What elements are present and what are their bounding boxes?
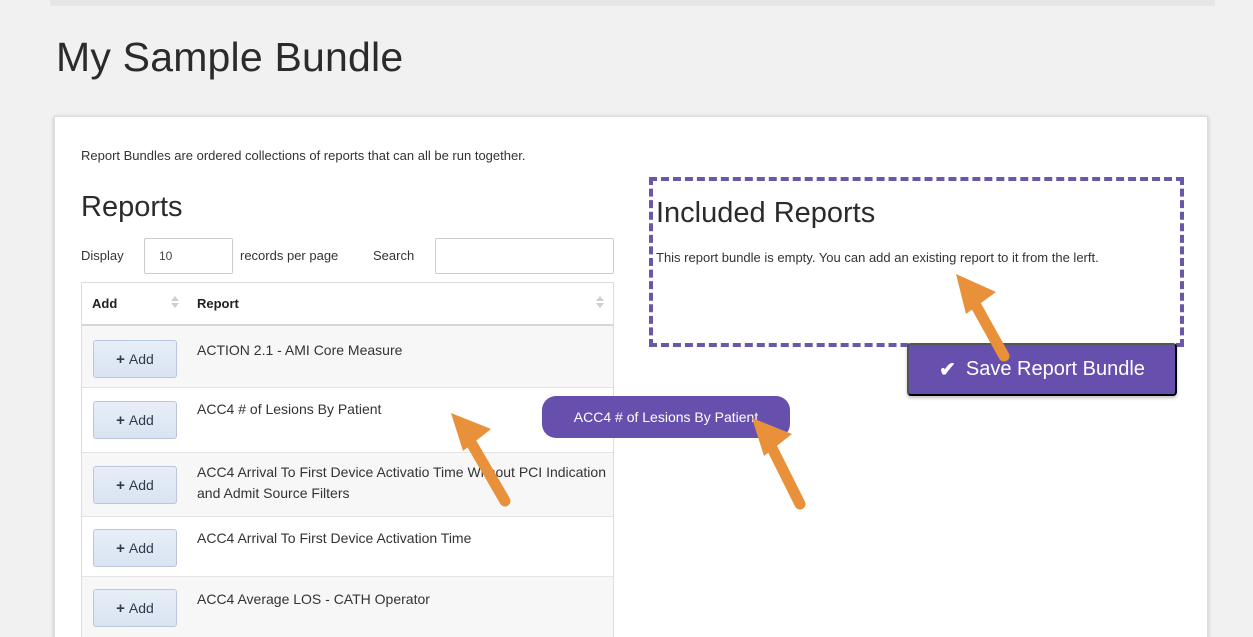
page-length-input[interactable] [144, 238, 233, 274]
display-label: Display [81, 248, 124, 263]
report-name: ACC4 Arrival To First Device Activation … [197, 530, 472, 546]
add-report-button[interactable]: + Add [93, 589, 177, 627]
table-row: + Add ACTION 2.1 - AMI Core Measure [82, 326, 613, 388]
plus-icon: + [116, 350, 125, 368]
report-name: ACTION 2.1 - AMI Core Measure [197, 342, 403, 358]
per-page-label: records per page [240, 248, 339, 263]
annotation-arrow-icon [752, 418, 806, 510]
table-controls: Display records per page Search [81, 238, 614, 274]
annotation-arrow-icon [956, 274, 1010, 362]
plus-icon: + [116, 539, 125, 557]
bundle-card: Report Bundles are ordered collections o… [54, 116, 1208, 637]
plus-icon: + [116, 411, 125, 429]
table-row: + Add ACC4 # of Lesions By Patient [82, 388, 613, 453]
sort-icon[interactable] [170, 294, 180, 310]
add-report-button[interactable]: + Add [93, 466, 177, 504]
search-label: Search [373, 248, 415, 263]
plus-icon: + [116, 599, 125, 617]
column-header-add[interactable]: Add [92, 296, 117, 311]
search-input[interactable] [435, 238, 614, 274]
reports-table: Add Report + Add ACTION 2.1 - AMI Core Me… [81, 282, 614, 637]
page-title: My Sample Bundle [56, 34, 404, 80]
add-report-button[interactable]: + Add [93, 340, 177, 378]
save-report-bundle-button[interactable]: ✔ Save Report Bundle [907, 343, 1177, 396]
top-strip [50, 0, 1215, 6]
included-reports-heading: Included Reports [656, 197, 876, 229]
intro-text: Report Bundles are ordered collections o… [81, 148, 526, 163]
add-report-button[interactable]: + Add [93, 401, 177, 439]
included-empty-message: This report bundle is empty. You can add… [656, 250, 1099, 265]
column-header-report[interactable]: Report [197, 296, 239, 311]
report-name: ACC4 Average LOS - CATH Operator [197, 591, 430, 607]
reports-heading: Reports [81, 191, 183, 223]
add-report-button[interactable]: + Add [93, 529, 177, 567]
table-row: + Add ACC4 Average LOS - CATH Operator [82, 577, 613, 637]
sort-icon[interactable] [595, 294, 605, 310]
table-row: + Add ACC4 Arrival To First Device Activa… [82, 453, 613, 517]
report-name: ACC4 Arrival To First Device Activatio T… [197, 464, 606, 501]
plus-icon: + [116, 476, 125, 494]
table-header: Add Report [82, 283, 613, 326]
table-row: + Add ACC4 Arrival To First Device Activa… [82, 517, 613, 577]
annotation-arrow-icon [451, 413, 511, 507]
